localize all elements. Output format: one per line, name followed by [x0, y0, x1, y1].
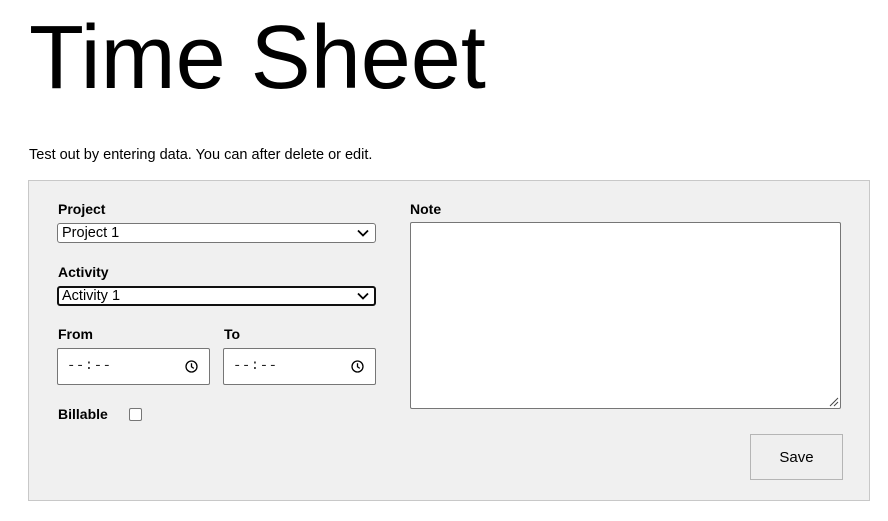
chevron-down-icon — [357, 229, 369, 237]
save-button[interactable]: Save — [750, 434, 843, 480]
project-label: Project — [58, 201, 106, 217]
to-time-value: --:-- — [233, 358, 278, 374]
activity-label: Activity — [58, 264, 109, 280]
chevron-down-icon — [357, 292, 369, 300]
time-entry-form: Project Project 1 Activity Activity 1 Fr… — [28, 180, 870, 501]
from-label: From — [58, 326, 93, 342]
note-label: Note — [410, 201, 442, 217]
to-time-input[interactable]: --:-- — [223, 348, 376, 385]
project-select-value: Project 1 — [62, 225, 120, 241]
from-time-value: --:-- — [67, 358, 112, 374]
billable-label: Billable — [58, 406, 108, 422]
billable-checkbox[interactable] — [129, 408, 142, 421]
project-select[interactable]: Project 1 — [57, 223, 376, 243]
to-label: To — [224, 326, 241, 342]
from-time-input[interactable]: --:-- — [57, 348, 210, 385]
activity-select-value: Activity 1 — [62, 288, 121, 304]
note-textarea[interactable] — [410, 222, 841, 409]
clock-icon[interactable] — [351, 360, 364, 373]
page-title: Time Sheet — [29, 8, 486, 108]
resize-grip-icon[interactable] — [828, 396, 839, 407]
clock-icon[interactable] — [185, 360, 198, 373]
activity-select[interactable]: Activity 1 — [57, 286, 376, 306]
time-sheet-page: Time Sheet Test out by entering data. Yo… — [0, 0, 888, 521]
intro-text: Test out by entering data. You can after… — [29, 147, 373, 163]
